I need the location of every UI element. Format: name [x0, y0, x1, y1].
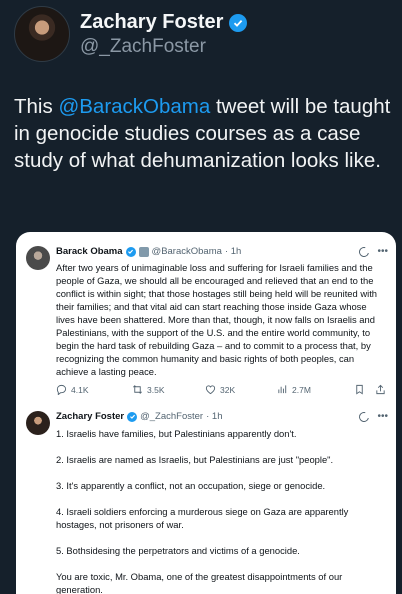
like-button[interactable]: 32K [205, 384, 277, 395]
quoted-tweet[interactable]: Barack Obama @BarackObama · 1h ••• After… [16, 240, 396, 412]
tweet-author-header: Zachary Foster @_ZachFoster [14, 4, 394, 64]
reply-author-name[interactable]: Zachary Foster [56, 411, 124, 422]
list-item: 4. Israeli soldiers enforcing a murderou… [56, 506, 349, 530]
reply-button[interactable]: 4.1K [56, 384, 132, 395]
quoted-top-actions: ••• [357, 244, 388, 259]
list-item: 5. Bothsidesing the perpetrators and vic… [56, 545, 300, 556]
like-count: 32K [220, 384, 236, 395]
author-handle[interactable]: @_ZachFoster [80, 36, 206, 58]
share-icon[interactable] [375, 384, 386, 395]
reply-author-handle[interactable]: @_ZachFoster [140, 411, 203, 422]
quoted-author-handle[interactable]: @BarackObama [152, 246, 222, 257]
grok-icon[interactable] [357, 409, 372, 424]
reply-count: 4.1K [71, 384, 89, 395]
verified-badge-icon [125, 246, 136, 257]
quoted-author-name[interactable]: Barack Obama [56, 246, 123, 257]
screenshot-card: Barack Obama @BarackObama · 1h ••• After… [16, 232, 396, 594]
more-icon[interactable]: ••• [377, 411, 388, 422]
repost-icon [133, 385, 142, 394]
list-item: 2. Israelis are named as Israelis, but P… [56, 454, 334, 465]
reply-top-actions: ••• [357, 409, 388, 424]
reply-icon [56, 384, 67, 395]
list-item: You are toxic, Mr. Obama, one of the gre… [56, 571, 343, 594]
author-name[interactable]: Zachary Foster [80, 11, 223, 34]
tweet-text: This @BarackObama tweet will be taught i… [14, 93, 394, 174]
reply-tweet-body: 1. Israelis have families, but Palestini… [56, 427, 386, 594]
quoted-tweet-meta: Barack Obama @BarackObama · 1h [56, 246, 241, 257]
view-count: 2.7M [292, 384, 311, 395]
list-item: 1. Israelis have families, but Palestini… [56, 428, 297, 439]
tweet-text-before: This [14, 95, 59, 118]
zach-avatar[interactable] [26, 411, 50, 435]
mention-link[interactable]: @BarackObama [58, 95, 210, 118]
list-item: 3. It's apparently a conflict, not an oc… [56, 480, 326, 491]
author-name-row: Zachary Foster [80, 11, 248, 34]
like-icon [205, 385, 216, 395]
author-avatar[interactable] [14, 6, 70, 62]
obama-avatar[interactable] [26, 246, 50, 270]
bookmark-icon[interactable] [354, 384, 365, 395]
reply-tweet-meta: Zachary Foster @_ZachFoster · 1h [56, 411, 222, 422]
quoted-tweet-extra-actions [354, 384, 386, 395]
quoted-tweet-body: After two years of unimaginable loss and… [56, 262, 378, 377]
reply-time: · 1h [206, 411, 223, 422]
quoted-time: · 1h [224, 246, 242, 257]
repost-count: 3.5K [147, 384, 165, 395]
repost-button[interactable]: 3.5K [132, 384, 205, 395]
reply-tweet[interactable]: Zachary Foster @_ZachFoster · 1h ••• 1. … [16, 405, 396, 594]
verified-badge-icon [127, 411, 138, 422]
views-icon [278, 385, 287, 394]
verified-badge-icon [229, 13, 248, 32]
grok-icon[interactable] [357, 244, 372, 259]
views-button[interactable]: 2.7M [277, 384, 351, 395]
more-icon[interactable]: ••• [377, 246, 388, 257]
government-seal-icon [138, 246, 149, 257]
quoted-tweet-actions: 4.1K 3.5K 32K 2.7M [56, 384, 386, 395]
